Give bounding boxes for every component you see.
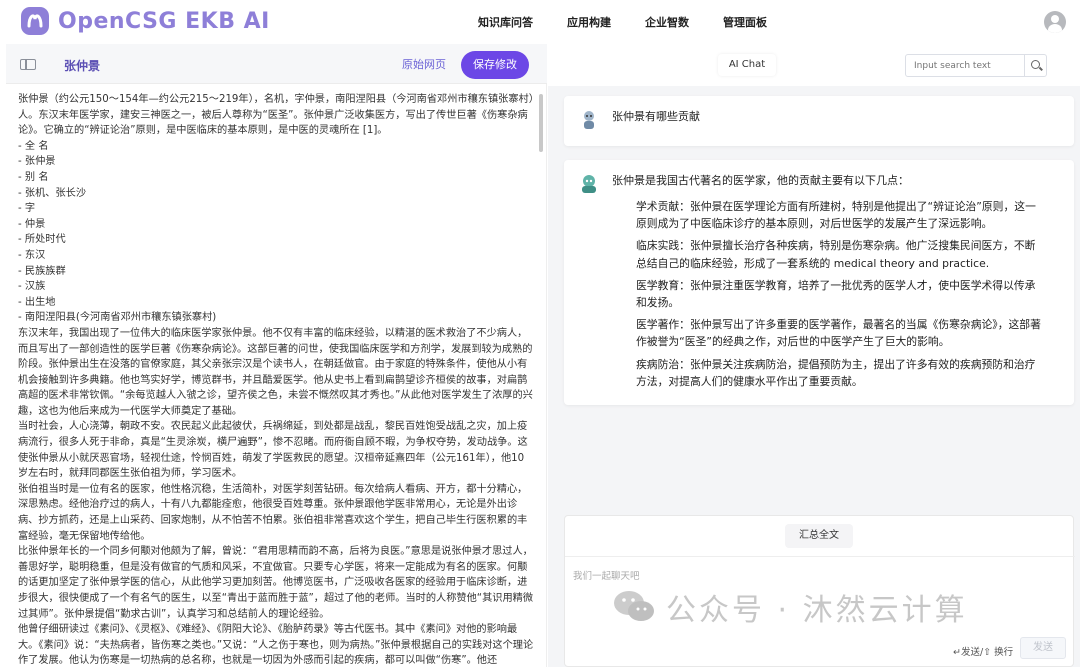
composer-divider bbox=[565, 556, 1075, 557]
document-scrollbar[interactable] bbox=[539, 92, 544, 667]
main-nav: 知识库问答 应用构建 企业智数 管理面板 bbox=[478, 14, 767, 30]
chat-input[interactable]: 我们一起聊天吧 bbox=[573, 568, 640, 582]
doc-line: - 民族族群 bbox=[18, 265, 66, 277]
nav-item-admin-panel[interactable]: 管理面板 bbox=[723, 14, 767, 30]
document-panel: 张仲景 原始网页 保存修改 张仲景（约公元150～154年—约公元215～219… bbox=[6, 44, 547, 667]
doc-paragraph: 东汉末年，我国出现了一位伟大的临床医学家张仲景。他不仅有丰富的临床经验，以精湛的… bbox=[18, 327, 533, 417]
chat-panel: AI Chat 张仲景有哪些贡献 张仲景是我国古代著名的医学家，他的贡献主要有以… bbox=[548, 44, 1080, 667]
doc-line: - 东汉 bbox=[18, 249, 46, 261]
user-avatar-icon bbox=[584, 111, 594, 129]
search-input[interactable] bbox=[906, 55, 1024, 76]
send-button[interactable]: 发送 bbox=[1020, 637, 1066, 659]
wechat-icon bbox=[614, 591, 654, 621]
document-header: 张仲景 原始网页 保存修改 bbox=[6, 44, 547, 84]
user-message-text: 张仲景有哪些贡献 bbox=[612, 110, 700, 123]
chat-header: AI Chat bbox=[548, 44, 1080, 86]
ai-message: 张仲景是我国古代著名的医学家，他的贡献主要有以下几点： 学术贡献：张仲景在医学理… bbox=[564, 160, 1074, 405]
ai-point-academic: 学术贡献：张仲景在医学理论方面有所建树，特别是他提出了“辨证论治”原则，这一原则… bbox=[636, 200, 1036, 231]
document-title: 张仲景 bbox=[64, 59, 101, 73]
sidebar-toggle-icon[interactable] bbox=[20, 59, 36, 70]
doc-line: - 南阳涅阳县(今河南省邓州市穰东镇张寨村) bbox=[18, 312, 217, 324]
ai-avatar-icon bbox=[582, 175, 596, 193]
user-message: 张仲景有哪些贡献 bbox=[564, 96, 1074, 146]
logo[interactable]: OpenCSG EKB AI bbox=[20, 6, 270, 36]
scrollbar-thumb[interactable] bbox=[539, 94, 543, 152]
ai-point-prevention: 疾病防治：张仲景关注疾病防治，提倡预防为主，提出了许多有效的疾病预防和治疗方法，… bbox=[636, 357, 1036, 388]
nav-item-kb-qa[interactable]: 知识库问答 bbox=[478, 14, 533, 30]
ai-message-intro: 张仲景是我国古代著名的医学家，他的贡献主要有以下几点： bbox=[612, 174, 909, 187]
composer-hint: ↵发送/⇧ 换行 bbox=[953, 647, 1014, 658]
doc-line: - 字 bbox=[18, 203, 36, 215]
doc-paragraph: 张伯祖当时是一位有名的医家，他性格沉稳，生活简朴，对医学刻苦钻研。每次给病人看病… bbox=[18, 483, 528, 542]
doc-line: - 汉族 bbox=[18, 281, 46, 293]
summarize-document-button[interactable]: 汇总全文 bbox=[785, 524, 853, 548]
logo-text: OpenCSG EKB AI bbox=[58, 8, 270, 34]
doc-paragraph: 张仲景（约公元150～154年—约公元215～219年），名机，字仲景，南阳涅阳… bbox=[18, 94, 534, 137]
doc-line: - 张仲景 bbox=[18, 156, 56, 168]
doc-paragraph: 当时社会，人心浇薄，朝政不安。农民起义此起彼伏，兵祸绵延，到处都是战乱，黎民百姓… bbox=[18, 421, 528, 480]
ai-point-clinical: 临床实践：张仲景擅长治疗各种疾病，特别是伤寒杂病。他广泛搜集民间医方，不断总结自… bbox=[636, 239, 1036, 270]
doc-line: - 别 名 bbox=[18, 171, 49, 183]
document-editor[interactable]: 张仲景（约公元150～154年—约公元215～219年），名机，字仲景，南阳涅阳… bbox=[18, 92, 534, 667]
opencsg-logo-icon bbox=[21, 7, 49, 35]
doc-line: - 张机、张长沙 bbox=[18, 187, 87, 199]
watermark: 公众号 · 沐然云计算 bbox=[612, 585, 968, 629]
nav-item-enterprise-data[interactable]: 企业智数 bbox=[645, 14, 689, 30]
top-bar: OpenCSG EKB AI 知识库问答 应用构建 企业智数 管理面板 bbox=[0, 0, 1080, 44]
user-avatar[interactable] bbox=[1044, 11, 1066, 33]
doc-line: - 仲景 bbox=[18, 218, 46, 230]
doc-line: - 所处时代 bbox=[18, 234, 66, 246]
doc-paragraph: 比张仲景年长的一个同乡何颙对他颇为了解，曾说：“君用思精而韵不高，后将为良医。”… bbox=[18, 546, 534, 620]
doc-paragraph: 他曾仔细研读过《素问》、《灵枢》、《难经》、《阴阳大论》、《胎胪药录》等古代医书… bbox=[18, 624, 534, 667]
ai-point-works: 医学著作：张仲景写出了许多重要的医学著作，最著名的当属《伤寒杂病论》，这部著作被… bbox=[636, 318, 1041, 349]
save-changes-button[interactable]: 保存修改 bbox=[461, 51, 529, 79]
doc-line: - 出生地 bbox=[18, 296, 56, 308]
doc-line: - 全 名 bbox=[18, 140, 49, 152]
ai-point-education: 医学教育：张仲景注重医学教育，培养了一批优秀的医学人才，使中医学术得以传承和发扬… bbox=[636, 278, 1036, 310]
search-icon[interactable] bbox=[1024, 55, 1046, 76]
nav-item-app-build[interactable]: 应用构建 bbox=[567, 14, 611, 30]
original-page-button[interactable]: 原始网页 bbox=[392, 52, 456, 78]
tab-ai-chat[interactable]: AI Chat bbox=[718, 54, 776, 76]
watermark-text: 公众号 · 沐然云计算 bbox=[666, 593, 968, 628]
ai-message-list: 学术贡献：张仲景在医学理论方面有所建树，特别是他提出了“辨证论治”原则，这一原则… bbox=[636, 198, 1046, 395]
search-box bbox=[905, 54, 1047, 77]
